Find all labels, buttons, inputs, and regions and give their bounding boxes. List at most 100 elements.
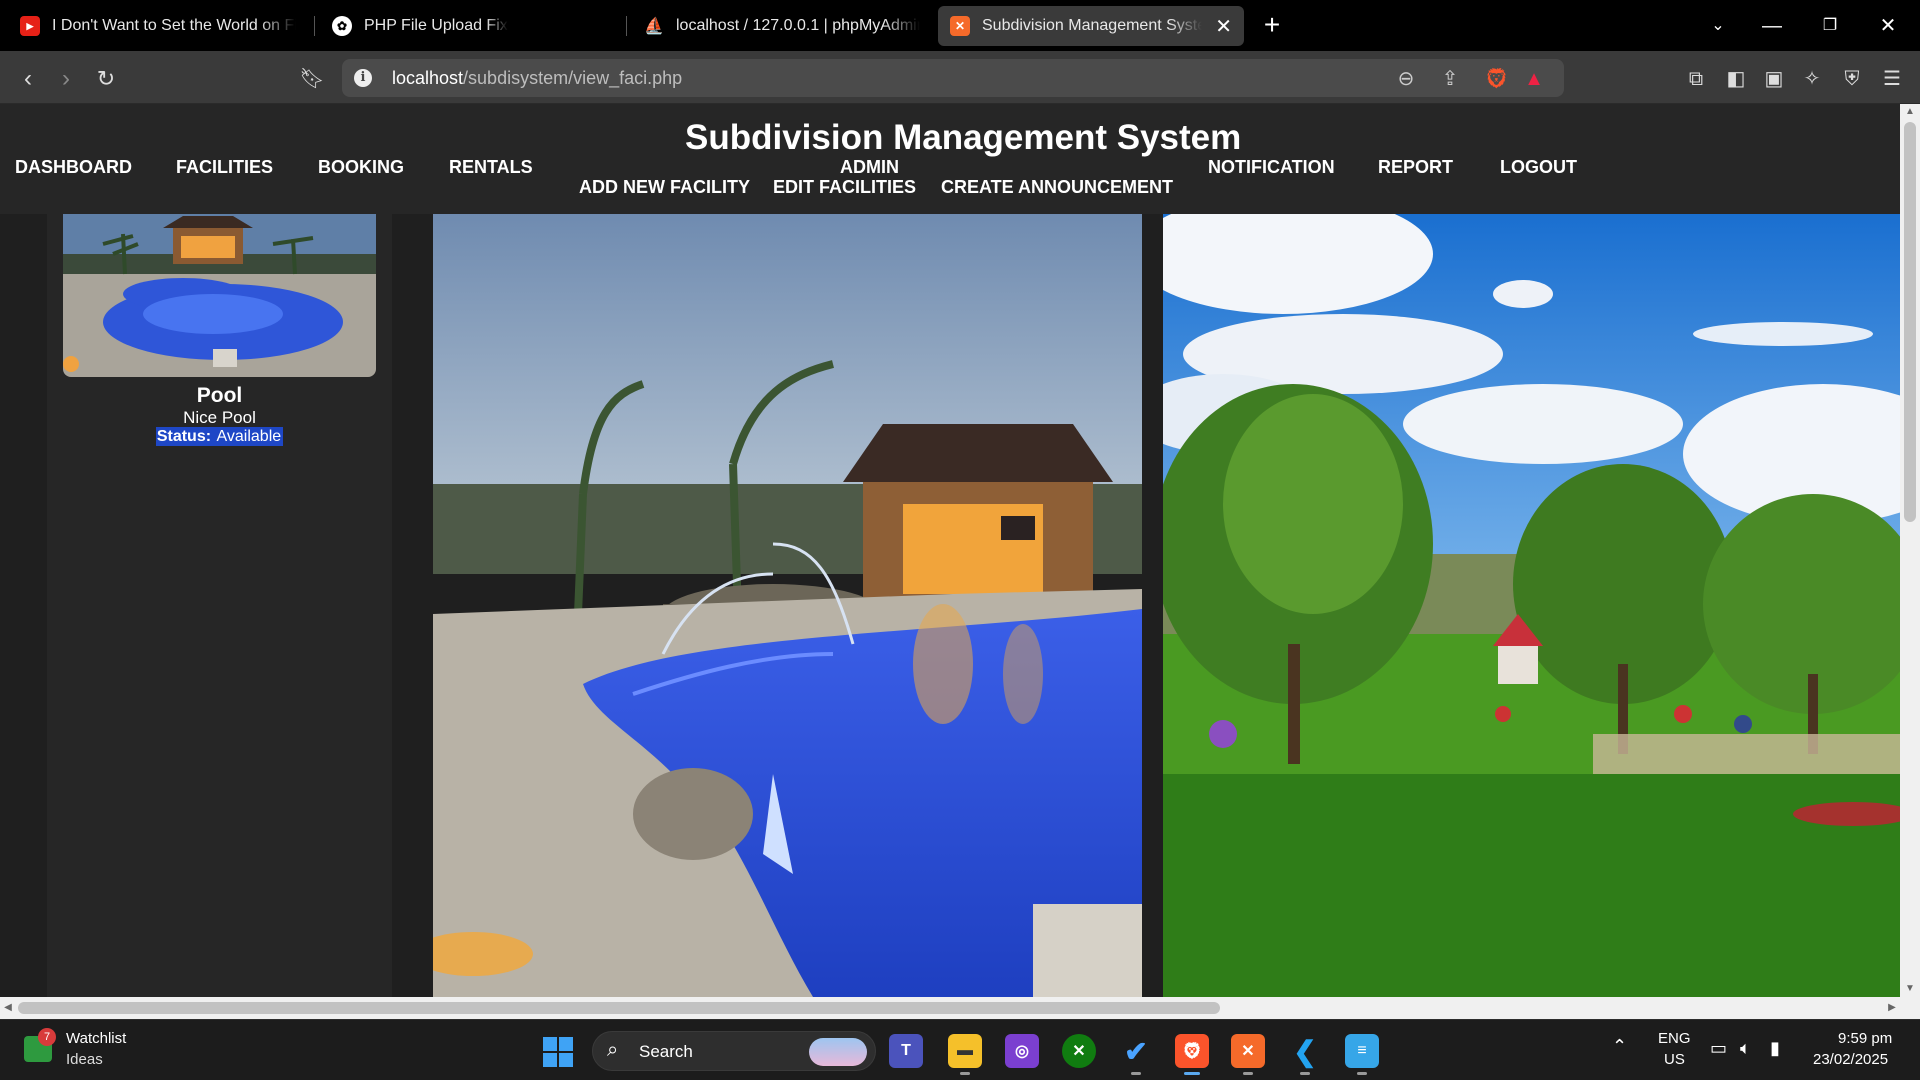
sidebar-icon[interactable]: ◧: [1724, 67, 1748, 91]
todo-icon[interactable]: ✔: [1119, 1034, 1153, 1068]
restore-button[interactable]: ❐: [1808, 10, 1852, 42]
forward-button[interactable]: ›: [50, 63, 82, 95]
nav-booking[interactable]: BOOKING: [318, 157, 404, 178]
windows-taskbar: 7 Watchlist Ideas ⌕ Search T ▬ ◎ ✕ ✔ 🦁︎ …: [0, 1019, 1920, 1080]
browser-toolbar: ‹ › ↻ 🔖︎ i localhost/subdisystem/view_fa…: [0, 51, 1920, 104]
tab-phpmyadmin[interactable]: ⛵ localhost / 127.0.0.1 | phpMyAdmin: [632, 6, 932, 46]
facility-description: Nice Pool: [183, 408, 256, 427]
minimize-button[interactable]: —: [1750, 10, 1794, 42]
photos-icon[interactable]: ◎: [1005, 1034, 1039, 1068]
xampp-icon: ✕: [950, 16, 970, 36]
language-top[interactable]: ENG: [1658, 1030, 1691, 1047]
vertical-scroll-thumb[interactable]: [1904, 122, 1916, 522]
active-indicator: [1184, 1072, 1200, 1075]
running-indicator: [1131, 1072, 1141, 1075]
vertical-scrollbar[interactable]: ▲ ▼: [1900, 104, 1920, 997]
facility-status: Status: Available: [47, 427, 392, 446]
nav-rentals[interactable]: RENTALS: [449, 157, 533, 178]
zoom-icon[interactable]: ⊖: [1394, 67, 1418, 91]
brave-icon[interactable]: 🦁︎: [1175, 1034, 1209, 1068]
search-icon: ⌕: [607, 1039, 619, 1061]
share-icon[interactable]: ⇪: [1438, 67, 1462, 91]
network-icon[interactable]: ▭: [1710, 1038, 1727, 1059]
facility-name: Pool: [196, 384, 243, 407]
site-info-icon[interactable]: i: [354, 69, 372, 87]
nav-edit-facilities[interactable]: EDIT FACILITIES: [773, 177, 916, 198]
start-button[interactable]: [543, 1037, 573, 1067]
scroll-up-arrow-icon[interactable]: ▲: [1900, 104, 1920, 120]
new-tab-button[interactable]: +: [1256, 10, 1288, 42]
facility-card[interactable]: Pool Nice Pool Status: Available: [47, 214, 392, 997]
tab-divider: [626, 16, 627, 36]
clock-date[interactable]: 23/02/2025: [1813, 1051, 1888, 1068]
clock-time[interactable]: 9:59 pm: [1838, 1030, 1892, 1047]
tab-title: localhost / 127.0.0.1 | phpMyAdmin: [676, 17, 920, 34]
menu-icon[interactable]: ☰: [1880, 67, 1904, 91]
scroll-left-arrow-icon[interactable]: ◀: [0, 1000, 16, 1016]
reload-button[interactable]: ↻: [90, 63, 122, 95]
widget-subtitle: Ideas: [66, 1051, 103, 1068]
scroll-right-arrow-icon[interactable]: ▶: [1884, 1000, 1900, 1016]
leo-ai-icon[interactable]: ✧: [1800, 67, 1824, 91]
notepad-icon[interactable]: ≡: [1345, 1034, 1379, 1068]
site-header: Subdivision Management System DASHBOARD …: [0, 104, 1900, 214]
scroll-down-arrow-icon[interactable]: ▼: [1900, 981, 1920, 997]
notification-badge: 7: [38, 1028, 56, 1046]
language-bottom[interactable]: US: [1664, 1051, 1685, 1068]
status-value: Available: [215, 427, 283, 446]
tab-youtube[interactable]: ▶ I Don't Want to Set the World on Fire: [8, 6, 308, 46]
url-path: /subdisystem/view_faci.php: [463, 68, 683, 88]
tab-title: Subdivision Management System: [982, 17, 1202, 34]
running-indicator: [1357, 1072, 1367, 1075]
tab-subdivision[interactable]: ✕ Subdivision Management System ✕: [938, 6, 1244, 46]
scrollbar-corner: [1900, 997, 1920, 1019]
nav-create-announcement[interactable]: CREATE ANNOUNCEMENT: [941, 177, 1173, 198]
nav-add-new-facility[interactable]: ADD NEW FACILITY: [579, 177, 750, 198]
vscode-icon[interactable]: ❮: [1288, 1034, 1322, 1068]
battery-icon[interactable]: ▮: [1770, 1038, 1780, 1059]
page-viewport: Subdivision Management System DASHBOARD …: [0, 104, 1900, 997]
xbox-icon[interactable]: ✕: [1062, 1034, 1096, 1068]
horizontal-scroll-thumb[interactable]: [18, 1002, 1220, 1014]
running-indicator: [960, 1072, 970, 1075]
search-label: Search: [639, 1042, 693, 1061]
chatgpt-icon: ✿: [332, 16, 352, 36]
running-indicator: [1243, 1072, 1253, 1075]
file-explorer-icon[interactable]: ▬: [948, 1034, 982, 1068]
teams-icon[interactable]: T: [889, 1034, 923, 1068]
site-title: Subdivision Management System: [685, 118, 1242, 157]
pool-image[interactable]: [433, 214, 1142, 997]
brave-rewards-icon[interactable]: ▲: [1522, 67, 1546, 91]
status-label: Status:: [156, 428, 212, 445]
tab-title: I Don't Want to Set the World on Fire: [52, 17, 296, 34]
url-text[interactable]: localhost/subdisystem/view_faci.php: [392, 68, 682, 89]
horizontal-scrollbar[interactable]: ◀ ▶: [0, 997, 1900, 1019]
tab-search-chevron-icon[interactable]: ⌄: [1696, 10, 1740, 42]
xampp-icon[interactable]: ✕: [1231, 1034, 1265, 1068]
nav-notification[interactable]: NOTIFICATION: [1208, 157, 1335, 178]
nav-dashboard[interactable]: DASHBOARD: [15, 157, 132, 178]
nav-logout[interactable]: LOGOUT: [1500, 157, 1577, 178]
show-hidden-icons-chevron-icon[interactable]: ⌃: [1612, 1036, 1627, 1057]
extensions-icon[interactable]: ⧉: [1684, 67, 1708, 91]
facility-thumbnail[interactable]: [63, 214, 376, 377]
address-bar[interactable]: i localhost/subdisystem/view_faci.php ⊖ …: [342, 59, 1564, 97]
volume-icon[interactable]: 🔈︎: [1740, 1038, 1751, 1059]
tab-php-upload[interactable]: ✿ PHP File Upload Fix: [320, 6, 620, 46]
nav-facilities[interactable]: FACILITIES: [176, 157, 273, 178]
search-highlight-image: [809, 1038, 867, 1066]
close-window-button[interactable]: ✕: [1866, 10, 1910, 42]
close-tab-icon[interactable]: ✕: [1205, 14, 1232, 39]
taskbar-search[interactable]: ⌕ Search: [592, 1031, 876, 1071]
nav-admin[interactable]: ADMIN: [840, 157, 899, 178]
bookmark-icon[interactable]: 🔖︎: [296, 63, 328, 95]
brave-shields-icon[interactable]: 🦁︎: [1484, 67, 1509, 91]
browser-tab-bar: ▶ I Don't Want to Set the World on Fire …: [0, 0, 1920, 51]
wallet-icon[interactable]: ▣: [1762, 67, 1786, 91]
tab-title: PHP File Upload Fix: [364, 17, 508, 34]
back-button[interactable]: ‹: [12, 63, 44, 95]
vpn-shield-icon[interactable]: ⛨: [1840, 67, 1864, 91]
tab-divider: [314, 16, 315, 36]
park-image[interactable]: [1163, 214, 1900, 997]
nav-report[interactable]: REPORT: [1378, 157, 1453, 178]
